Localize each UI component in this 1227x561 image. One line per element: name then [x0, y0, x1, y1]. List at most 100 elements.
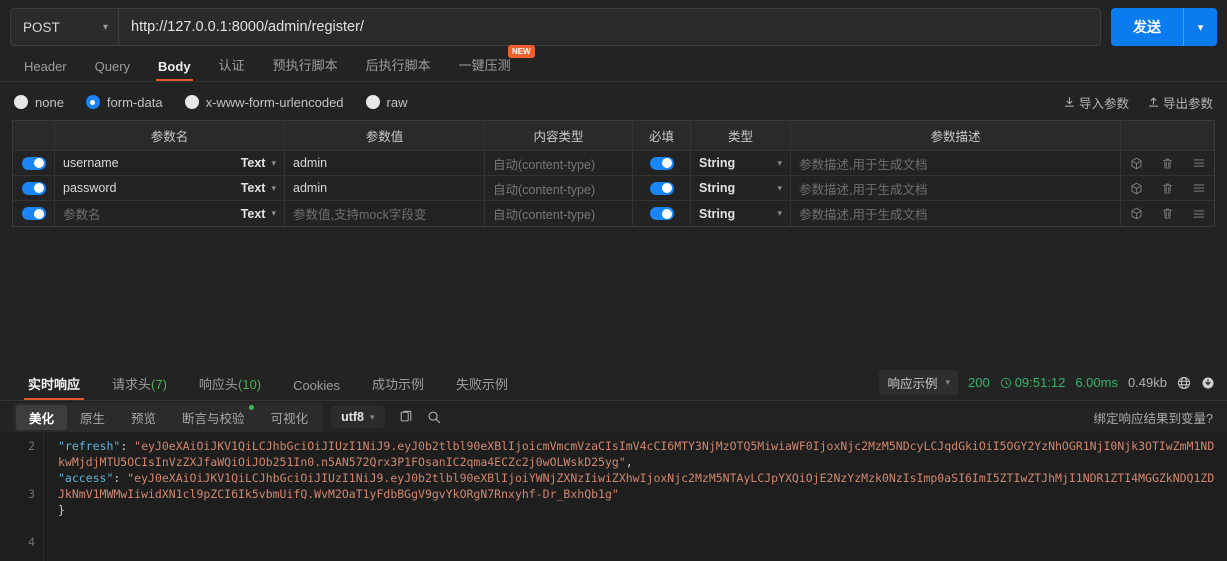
param-value-placeholder: 参数值,支持mock字段变 — [293, 208, 427, 222]
table-row: 参数名 Text ▾ 参数值,支持mock字段变 自动(content-type… — [13, 201, 1214, 226]
tab-response-headers[interactable]: 响应头(10) — [183, 374, 277, 400]
chevron-down-icon: ▾ — [370, 411, 375, 422]
copy-icon[interactable] — [399, 410, 413, 424]
param-type-select[interactable]: String ▾ — [691, 176, 791, 200]
tab-stress-test[interactable]: 一键压测 NEW — [445, 45, 535, 81]
th-blank-3 — [1183, 121, 1214, 150]
json-value: "eyJ0eXAiOiJKV1QiLCJhbGciOiJIUzI1NiJ9.ey… — [58, 439, 1215, 469]
json-key: "refresh" — [58, 439, 121, 453]
http-method-value: POST — [23, 19, 60, 35]
export-params-button[interactable]: 导出参数 — [1147, 93, 1213, 112]
cube-icon[interactable] — [1121, 176, 1152, 200]
param-name-cell[interactable]: username Text ▾ — [55, 151, 285, 175]
param-name-cell[interactable]: password Text ▾ — [55, 176, 285, 200]
encoding-select[interactable]: utf8 ▾ — [331, 406, 385, 428]
body-type-label: x-www-form-urlencoded — [205, 94, 344, 110]
param-required-toggle[interactable] — [633, 176, 691, 200]
th-param-value: 参数值 — [285, 121, 485, 150]
param-desc-cell[interactable]: 参数描述,用于生成文档 — [791, 176, 1121, 200]
bind-response-link[interactable]: 绑定响应结果到变量? — [1094, 408, 1213, 427]
trash-icon[interactable] — [1152, 176, 1183, 200]
cube-icon[interactable] — [1121, 201, 1152, 226]
json-close-brace: } — [58, 503, 65, 517]
tab-success-example[interactable]: 成功示例 — [356, 374, 440, 400]
trash-icon[interactable] — [1152, 201, 1183, 226]
tab-label: 后执行脚本 — [365, 58, 431, 73]
tab-count: (10) — [237, 377, 262, 392]
trash-icon[interactable] — [1152, 151, 1183, 175]
drag-handle-icon[interactable] — [1183, 201, 1214, 226]
param-name-cell[interactable]: 参数名 Text ▾ — [55, 201, 285, 226]
body-type-raw[interactable]: raw — [365, 95, 408, 110]
toggle-on-icon — [649, 156, 674, 170]
tab-cookies[interactable]: Cookies — [277, 378, 356, 400]
tab-body[interactable]: Body — [144, 59, 205, 81]
tab-header[interactable]: Header — [10, 59, 81, 81]
table-header-row: 参数名 参数值 内容类型 必填 类型 参数描述 — [13, 121, 1214, 151]
search-icon[interactable] — [427, 410, 441, 424]
tab-label: 实时响应 — [28, 377, 81, 392]
tab-failure-example[interactable]: 失败示例 — [440, 374, 524, 400]
request-tabs: Header Query Body 认证 预执行脚本 后执行脚本 一键压测 NE… — [0, 45, 1227, 82]
body-type-none[interactable]: none — [14, 95, 64, 110]
body-type-urlencoded[interactable]: x-www-form-urlencoded — [184, 94, 344, 110]
param-type-select[interactable]: String ▾ — [691, 201, 791, 226]
drag-handle-icon[interactable] — [1183, 151, 1214, 175]
param-type-select[interactable]: String ▾ — [691, 151, 791, 175]
empty-space — [0, 227, 1227, 369]
param-content-type[interactable]: 自动(content-type) — [485, 201, 633, 226]
format-beautify[interactable]: 美化 — [16, 404, 68, 430]
body-type-label: form-data — [106, 94, 163, 110]
th-blank-2 — [1152, 121, 1183, 150]
send-options-chevron-icon[interactable]: ▾ — [1183, 8, 1217, 46]
tab-request-headers[interactable]: 请求头(7) — [96, 374, 183, 400]
toggle-on-icon — [21, 181, 46, 195]
import-params-label: 导入参数 — [1078, 96, 1129, 111]
tab-auth[interactable]: 认证 — [205, 55, 259, 81]
import-params-button[interactable]: 导入参数 — [1063, 93, 1129, 112]
row-enable-toggle[interactable] — [13, 151, 55, 175]
tab-pre-script[interactable]: 预执行脚本 — [259, 55, 352, 81]
body-type-form-data[interactable]: form-data — [85, 94, 163, 110]
param-required-toggle[interactable] — [633, 151, 691, 175]
globe-icon[interactable] — [1177, 376, 1191, 390]
tab-query[interactable]: Query — [81, 59, 144, 81]
status-dot-icon — [248, 404, 254, 410]
param-name-value: password — [63, 181, 117, 195]
response-duration: 6.00ms — [1075, 375, 1118, 390]
response-example-select[interactable]: 响应示例 ▾ — [879, 370, 958, 395]
tab-label: 成功示例 — [372, 377, 425, 392]
param-value-cell[interactable]: admin — [285, 176, 485, 200]
row-enable-toggle[interactable] — [13, 176, 55, 200]
http-method-select[interactable]: POST ▾ — [11, 9, 119, 45]
param-value-cell[interactable]: admin — [285, 151, 485, 175]
param-content-type[interactable]: 自动(content-type) — [485, 151, 633, 175]
param-content-type[interactable]: 自动(content-type) — [485, 176, 633, 200]
param-desc-cell[interactable]: 参数描述,用于生成文档 — [791, 201, 1121, 226]
radio-icon — [365, 95, 380, 109]
format-raw[interactable]: 原生 — [67, 405, 118, 430]
import-icon — [1064, 96, 1075, 107]
row-enable-toggle[interactable] — [13, 201, 55, 226]
param-value-cell[interactable]: 参数值,支持mock字段变 — [285, 201, 485, 226]
param-field-type[interactable]: Text — [241, 181, 266, 195]
url-input[interactable] — [119, 9, 1100, 45]
segment-label: 可视化 — [270, 411, 309, 426]
format-preview[interactable]: 预览 — [118, 405, 169, 430]
format-visualize[interactable]: 可视化 — [258, 405, 322, 430]
download-icon[interactable] — [1201, 376, 1215, 390]
cube-icon[interactable] — [1121, 151, 1152, 175]
drag-handle-icon[interactable] — [1183, 176, 1214, 200]
param-required-toggle[interactable] — [633, 201, 691, 226]
format-assertions[interactable]: 断言与校验 — [169, 404, 258, 430]
param-desc-cell[interactable]: 参数描述,用于生成文档 — [791, 151, 1121, 175]
param-field-type[interactable]: Text — [241, 207, 266, 221]
send-button[interactable]: 发送 — [1111, 8, 1183, 46]
tab-realtime-response[interactable]: 实时响应 — [12, 374, 96, 400]
tab-post-script[interactable]: 后执行脚本 — [352, 55, 445, 81]
param-field-type[interactable]: Text — [241, 156, 266, 170]
response-body-viewer[interactable]: 2 3 4 "refresh": "eyJ0eXAiOiJKV1QiLCJhbG… — [0, 433, 1227, 561]
table-row: username Text ▾ admin 自动(content-type) S… — [13, 151, 1214, 176]
th-content-type: 内容类型 — [485, 121, 633, 150]
tab-label: Header — [24, 59, 67, 74]
